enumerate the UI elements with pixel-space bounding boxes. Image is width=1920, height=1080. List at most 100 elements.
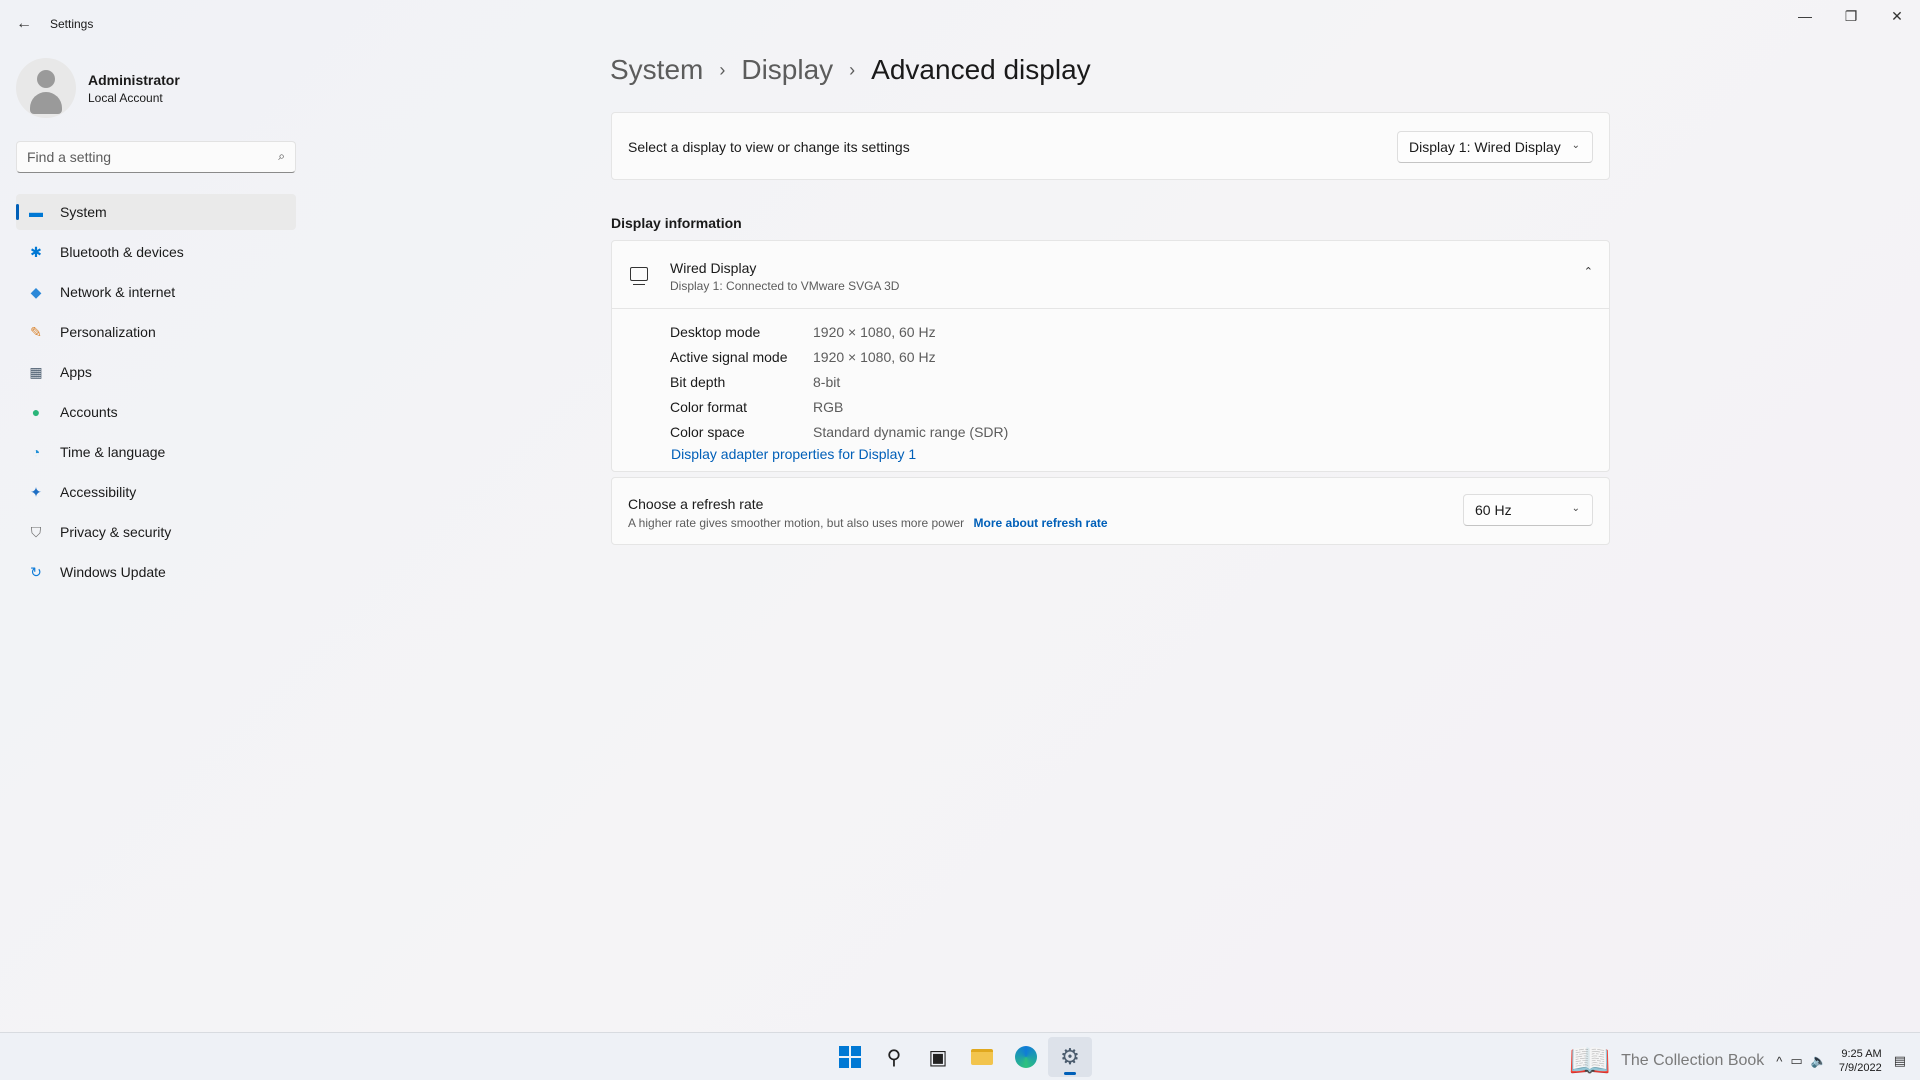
apps-icon: ▦ [29, 363, 43, 380]
avatar-head-icon [37, 70, 55, 88]
edge-icon [1015, 1046, 1037, 1068]
clock[interactable]: 9:25 AM 7/9/2022 [1839, 1047, 1882, 1075]
sidebar-item-windows-update[interactable]: ↻ Windows Update [16, 554, 296, 590]
back-arrow-icon: ← [16, 15, 32, 32]
watermark-text: The Collection Book [1621, 1052, 1765, 1069]
sidebar-item-label: Time & language [60, 444, 166, 460]
info-row: Active signal mode 1920 × 1080, 60 Hz [670, 344, 1008, 369]
user-profile[interactable]: Administrator Local Account [16, 58, 180, 118]
clock-time: 9:25 AM [1841, 1048, 1882, 1060]
taskbar-apps: ⚲ ▣ ⚙ [828, 1037, 1092, 1077]
info-row: Color format RGB [670, 394, 1008, 419]
maximize-button[interactable]: ❐ [1828, 0, 1874, 32]
breadcrumb: System › Display › Advanced display [610, 54, 1091, 86]
info-key: Desktop mode [670, 323, 761, 340]
breadcrumb-system[interactable]: System [610, 54, 703, 86]
display-info-rows: Desktop mode 1920 × 1080, 60 Hz Active sig… [670, 319, 1008, 444]
minimize-icon: — [1798, 8, 1812, 24]
close-button[interactable]: ✕ [1874, 0, 1920, 32]
display-select-card: Select a display to view or change its s… [611, 112, 1610, 180]
sidebar-item-accounts[interactable]: ● Accounts [16, 394, 296, 430]
search-input[interactable] [17, 149, 257, 165]
time-language-icon: ◔ [31, 444, 41, 460]
search-icon[interactable]: ⌕ [278, 149, 285, 164]
file-explorer-button[interactable] [960, 1037, 1004, 1077]
maximize-icon: ❐ [1844, 7, 1858, 24]
info-row: Desktop mode 1920 × 1080, 60 Hz [670, 319, 1008, 344]
info-value: 8-bit [813, 373, 841, 390]
app-title: Settings [50, 17, 94, 31]
adapter-properties-link[interactable]: Display adapter properties for Display 1 [671, 446, 916, 462]
chevron-up-icon[interactable]: ^ [1776, 1054, 1782, 1069]
sidebar-item-time-language[interactable]: ◔ Time & language [16, 434, 296, 470]
taskbar-search-button[interactable]: ⚲ [872, 1037, 916, 1077]
network-icon[interactable]: ▭ [1790, 1053, 1802, 1069]
refresh-rate-description: A higher rate gives smoother motion, but… [628, 516, 1108, 530]
start-button[interactable] [828, 1037, 872, 1077]
profile-name: Administrator [88, 71, 180, 88]
sidebar-item-label: Accessibility [60, 484, 137, 500]
refresh-rate-card: Choose a refresh rate A higher rate give… [611, 477, 1610, 545]
book-icon: 📖 [1568, 1042, 1612, 1080]
breadcrumb-display[interactable]: Display [741, 54, 833, 86]
info-row: Color space Standard dynamic range (SDR) [670, 419, 1008, 444]
display-information-header[interactable]: Wired Display Display 1: Connected to VM… [612, 241, 1609, 309]
display-dropdown[interactable]: Display 1: Wired Display ⌄ [1397, 131, 1593, 163]
network-internet-icon: ◆ [30, 283, 42, 300]
title-bar: ← Settings — ❐ ✕ [0, 0, 1920, 48]
refresh-rate-link[interactable]: More about refresh rate [974, 516, 1108, 530]
volume-icon[interactable]: 🔈 [1811, 1053, 1827, 1069]
sidebar-item-privacy-security[interactable]: ⛉ Privacy & security [16, 514, 296, 550]
refresh-rate-description-text: A higher rate gives smoother motion, but… [628, 516, 965, 530]
sidebar-item-apps[interactable]: ▦ Apps [16, 354, 296, 390]
info-value: 1920 × 1080, 60 Hz [813, 323, 936, 340]
task-view-button[interactable]: ▣ [916, 1037, 960, 1077]
sidebar-item-personalization[interactable]: ✎ Personalization [16, 314, 296, 350]
info-key: Color format [670, 398, 748, 415]
task-view-icon: ▣ [928, 1046, 948, 1069]
info-key: Color space [670, 423, 745, 440]
breadcrumb-separator-icon: › [719, 59, 726, 80]
windows-update-icon: ↻ [30, 563, 42, 580]
display-information-heading: Display information [611, 215, 742, 231]
info-key: Active signal mode [670, 348, 788, 365]
personalization-icon: ✎ [30, 323, 42, 340]
sidebar-item-accessibility[interactable]: ✦ Accessibility [16, 474, 296, 510]
close-icon: ✕ [1891, 7, 1903, 24]
display-select-label: Select a display to view or change its s… [628, 139, 910, 155]
refresh-rate-value: 60 Hz [1475, 502, 1512, 518]
sidebar-item-network-internet[interactable]: ◆ Network & internet [16, 274, 296, 310]
profile-account-type: Local Account [88, 90, 163, 105]
settings-taskbar-button[interactable]: ⚙ [1048, 1037, 1092, 1077]
sidebar-item-label: System [60, 204, 107, 220]
sidebar-item-system[interactable]: ▬ System [16, 194, 296, 230]
sidebar-nav: ▬ System ✱ Bluetooth & devices ◆ Network & in… [16, 194, 296, 594]
back-button[interactable]: ← [8, 8, 40, 40]
display-information-card: Wired Display Display 1: Connected to VM… [611, 240, 1610, 472]
info-value: 1920 × 1080, 60 Hz [813, 348, 936, 365]
minimize-button[interactable]: — [1782, 0, 1828, 32]
window-controls: — ❐ ✕ [1782, 0, 1920, 32]
edge-button[interactable] [1004, 1037, 1048, 1077]
display-connection: Display 1: Connected to VMware SVGA 3D [670, 279, 900, 293]
chevron-up-icon[interactable]: ⌃ [1584, 265, 1593, 278]
profile-text: Administrator Local Account [88, 72, 180, 105]
clock-date: 7/9/2022 [1838, 1062, 1882, 1074]
page-title: Advanced display [871, 54, 1091, 85]
search-box: ⌕ [16, 141, 296, 173]
display-name: Wired Display [670, 260, 757, 276]
avatar [16, 58, 76, 118]
breadcrumb-separator-icon: › [849, 59, 856, 80]
accounts-icon: ● [31, 404, 41, 420]
avatar-body-icon [30, 92, 62, 114]
system-tray: 📖 The Collection Book ^ ▭ 🔈 9:25 AM 7/9/… [1569, 1041, 1910, 1080]
info-key: Bit depth [670, 373, 726, 390]
sidebar-item-label: Apps [60, 364, 92, 380]
notification-icon[interactable]: ▤ [1894, 1053, 1906, 1069]
search-icon: ⚲ [886, 1046, 902, 1069]
system-icon: ▬ [29, 204, 43, 220]
sidebar-item-bluetooth-devices[interactable]: ✱ Bluetooth & devices [16, 234, 296, 270]
refresh-rate-dropdown[interactable]: 60 Hz ⌄ [1463, 494, 1593, 526]
settings-window: ← Settings — ❐ ✕ Administrator Local Acc… [0, 0, 1920, 1032]
privacy-security-icon: ⛉ [30, 523, 42, 540]
